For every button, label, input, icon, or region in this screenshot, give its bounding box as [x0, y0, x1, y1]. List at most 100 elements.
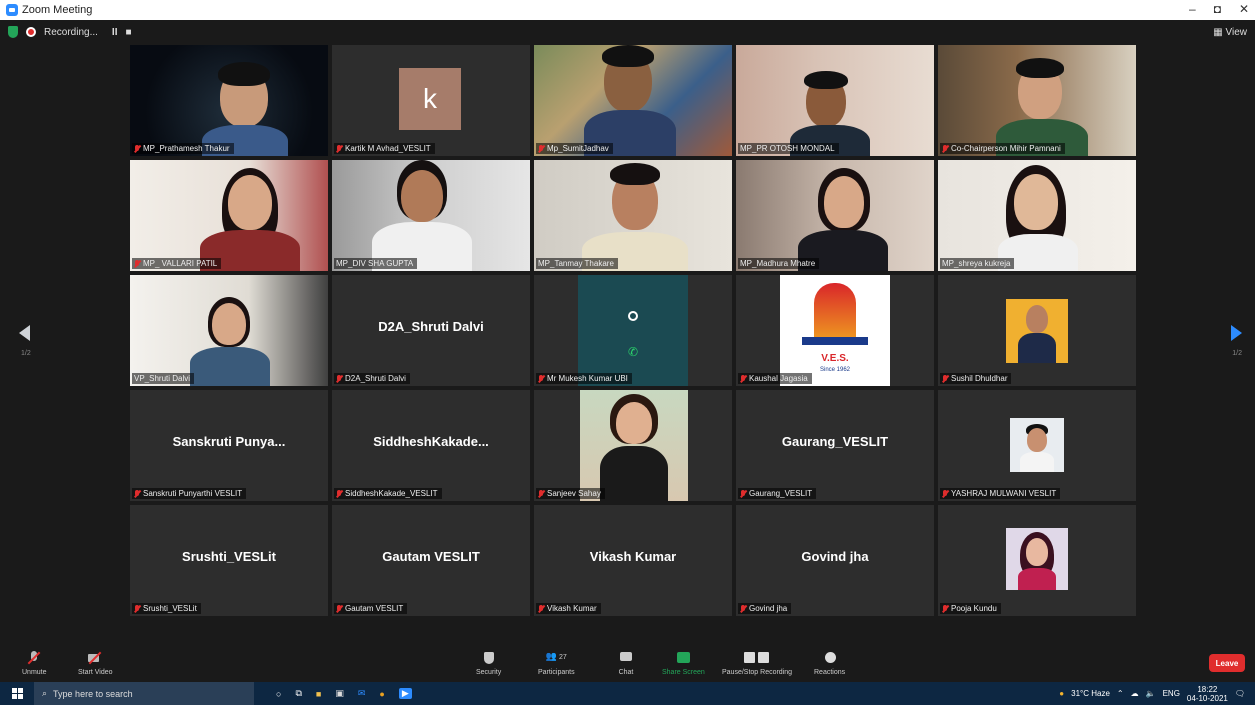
muted-mic-icon [538, 144, 544, 153]
participant-tile[interactable]: Mp_SumitJadhav [534, 45, 732, 156]
participant-tile[interactable]: SiddheshKakade... SiddheshKakade_VESLIT [332, 390, 530, 501]
participant-name-label: MP_DIV SHA GUPTA [334, 258, 418, 269]
muted-mic-icon [336, 604, 342, 613]
participants-button[interactable]: 👥 27 Participants [538, 651, 575, 676]
network-icon[interactable]: ☁ [1131, 689, 1139, 698]
start-video-button[interactable]: Start Video [78, 651, 113, 676]
participant-display-name: Vikash Kumar [589, 549, 677, 564]
taskbar-search[interactable]: ⌕ Type here to search [34, 682, 254, 705]
participant-name-label: MP_PR OTOSH MONDAL [738, 143, 839, 154]
chrome-icon[interactable]: ● [379, 689, 384, 699]
system-tray: ● 31°C Haze ⌃ ☁ 🔈 ENG 18:22 04-10-2021 🗨 [1059, 682, 1255, 705]
security-button[interactable]: Security [476, 651, 501, 676]
participant-name-label: Sanskruti Punyarthi VESLIT [132, 488, 247, 499]
cortana-icon[interactable]: ○ [276, 689, 281, 699]
zoom-app-icon [6, 4, 18, 16]
participant-display-name: Sanskruti Punya... [172, 434, 286, 449]
windows-logo-icon [11, 688, 23, 699]
muted-mic-icon [740, 489, 746, 498]
maximize-button[interactable]: ◘ [1214, 2, 1221, 16]
previous-page-arrow-icon[interactable] [19, 325, 30, 341]
share-screen-icon [675, 651, 691, 665]
muted-mic-icon [740, 604, 746, 613]
weather-text[interactable]: 31°C Haze [1071, 689, 1110, 698]
muted-mic-icon [134, 489, 140, 498]
windows-taskbar: ⌕ Type here to search ○ ⧉ ■ ▣ ✉ ● ▶ ● 31… [0, 682, 1255, 705]
participant-name-label: MP_ VALLARI PATIL [132, 258, 222, 269]
windows-start-button[interactable] [0, 682, 34, 705]
chat-button[interactable]: Chat [618, 651, 634, 676]
participant-tile[interactable]: MP_ VALLARI PATIL [130, 160, 328, 271]
task-view-icon[interactable]: ⧉ [295, 688, 301, 699]
phone-icon: ✆ [628, 345, 639, 359]
muted-mic-icon [336, 374, 342, 383]
mail-icon[interactable]: ✉ [358, 688, 366, 699]
participant-tile[interactable]: MP_Prathamesh Thakur [130, 45, 328, 156]
muted-mic-icon [942, 604, 948, 613]
recording-dot-icon [26, 27, 36, 37]
participant-tile[interactable]: D2A_Shruti Dalvi D2A_Shruti Dalvi [332, 275, 530, 386]
recording-label: Recording... [44, 26, 98, 38]
clock[interactable]: 18:22 04-10-2021 [1187, 685, 1228, 703]
participant-tile[interactable]: Govind jha Govind jha [736, 505, 934, 616]
participant-tile[interactable]: Gautam VESLIT Gautam VESLIT [332, 505, 530, 616]
pause-stop-recording-button[interactable]: Pause/Stop Recording [722, 651, 792, 676]
participant-tile-active-speaker[interactable]: MP_Tanmay Thakare [534, 160, 732, 271]
participant-tile[interactable]: Sanskruti Punya... Sanskruti Punyarthi V… [130, 390, 328, 501]
participant-name-label: YASHRAJ MULWANI VESLIT [940, 488, 1061, 499]
pause-recording-button[interactable]: II [112, 27, 118, 38]
participant-tile[interactable]: Vikash Kumar Vikash Kumar [534, 505, 732, 616]
participant-tile[interactable]: ✆ Mr Mukesh Kumar UBI [534, 275, 732, 386]
next-page-arrow-icon[interactable] [1231, 325, 1242, 341]
participant-tile[interactable]: Srushti_VESLit Srushti_VESLit [130, 505, 328, 616]
notifications-icon[interactable]: 🗨 [1235, 689, 1245, 698]
participant-tile[interactable]: V.E.S. Since 1962 Kaushal Jagasia [736, 275, 934, 386]
participant-name-label: MP_Prathamesh Thakur [132, 143, 234, 154]
view-button[interactable]: ▦ View [1213, 27, 1247, 38]
participant-tile[interactable]: Sanjeev Sahay [534, 390, 732, 501]
window-controls: – ◘ ✕ [1189, 2, 1249, 16]
participant-tile[interactable]: MP_DIV SHA GUPTA [332, 160, 530, 271]
participant-name-label: Pooja Kundu [940, 603, 1001, 614]
profile-photo [1006, 528, 1068, 590]
zoom-taskbar-icon[interactable]: ▶ [398, 688, 412, 699]
leave-button[interactable]: Leave [1209, 654, 1245, 672]
participant-tile[interactable]: Sushil Dhuldhar [938, 275, 1136, 386]
stop-recording-button[interactable]: ■ [125, 27, 131, 38]
reactions-button[interactable]: Reactions [814, 651, 845, 676]
participant-tile[interactable]: Gaurang_VESLIT Gaurang_VESLIT [736, 390, 934, 501]
muted-mic-icon [538, 489, 544, 498]
security-shield-icon[interactable] [8, 26, 18, 38]
participant-tile[interactable]: MP_Madhura Mhatre [736, 160, 934, 271]
participant-name-label: Govind jha [738, 603, 792, 614]
muted-mic-icon [538, 374, 544, 383]
muted-mic-icon [538, 604, 544, 613]
participant-tile[interactable]: YASHRAJ MULWANI VESLIT [938, 390, 1136, 501]
participant-tile[interactable]: Co-Chairperson Mihir Pamnani [938, 45, 1136, 156]
unmute-button[interactable]: Unmute [22, 651, 47, 676]
profile-photo [1006, 299, 1068, 363]
store-icon[interactable]: ▣ [335, 688, 344, 699]
minimize-button[interactable]: – [1189, 2, 1196, 16]
tray-chevron-icon[interactable]: ⌃ [1117, 689, 1124, 698]
profile-photo [580, 390, 688, 501]
participant-name-label: D2A_Shruti Dalvi [334, 373, 410, 384]
muted-mic-icon [336, 144, 342, 153]
participant-tile[interactable]: k Kartik M Avhad_VESLIT [332, 45, 530, 156]
share-screen-button[interactable]: Share Screen [662, 651, 705, 676]
participant-tile[interactable]: MP_PR OTOSH MONDAL [736, 45, 934, 156]
participant-name-label: MP_shreya kukreja [940, 258, 1015, 269]
file-explorer-icon[interactable]: ■ [316, 689, 321, 699]
participant-name-label: Mr Mukesh Kumar UBI [536, 373, 632, 384]
muted-mic-icon [942, 374, 948, 383]
participant-display-name: Gautam VESLIT [382, 549, 480, 564]
speaker-icon[interactable]: 🔈 [1146, 689, 1156, 698]
participant-tile[interactable]: Pooja Kundu [938, 505, 1136, 616]
participant-tile[interactable]: VP_Shruti Dalvi [130, 275, 328, 386]
participant-tile[interactable]: MP_shreya kukreja [938, 160, 1136, 271]
close-button[interactable]: ✕ [1239, 2, 1249, 16]
page-indicator-right: 1/2 [1232, 350, 1242, 357]
participant-name-label: Co-Chairperson Mihir Pamnani [940, 143, 1065, 154]
shield-icon [481, 651, 497, 665]
language-indicator[interactable]: ENG [1163, 689, 1180, 698]
